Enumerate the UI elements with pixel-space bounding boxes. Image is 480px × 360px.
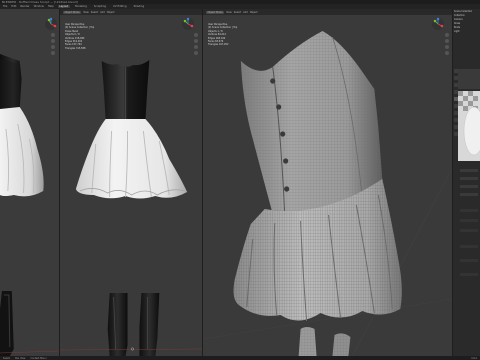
menu-view[interactable]: View [83, 11, 89, 14]
data-tab-icon[interactable] [453, 125, 458, 129]
outliner-row-label: Boots [454, 25, 461, 29]
mode-dropdown[interactable]: Object Mode [63, 10, 82, 14]
menu-object[interactable]: Object [107, 11, 115, 14]
outliner-row-label: Camera [454, 17, 463, 21]
menu-object[interactable]: Object [250, 11, 258, 14]
zoom-icon[interactable] [445, 33, 449, 37]
object-tab-icon[interactable] [453, 97, 458, 101]
scene-tab-icon[interactable] [453, 90, 458, 94]
zoom-icon[interactable] [194, 33, 198, 37]
physics-tab-icon[interactable] [453, 111, 458, 115]
viewport-left[interactable] [0, 9, 60, 356]
constraint-tab-icon[interactable] [453, 118, 458, 122]
grid-icon[interactable] [445, 51, 449, 55]
zoom-icon[interactable] [51, 33, 55, 37]
viewport-nav-tools [51, 33, 56, 55]
middle-boot-left [107, 293, 128, 356]
navigation-gizmo-icon[interactable] [44, 17, 58, 31]
tab-modeling[interactable]: Modeling [74, 5, 89, 8]
status-select: Select [3, 356, 11, 360]
tab-uv-editing[interactable]: UV Editing [112, 5, 129, 8]
viewport-header: Object Mode View Select Add Object [60, 9, 202, 15]
tab-sculpting[interactable]: Sculpting [92, 5, 107, 8]
button-2 [276, 104, 282, 110]
camera-icon[interactable] [194, 45, 198, 49]
material-tab-icon[interactable] [453, 132, 458, 136]
stat-triangles: Triangles 167,952 [208, 43, 229, 47]
status-context: Context Menu [30, 356, 47, 360]
viewport-nav-tools [445, 33, 450, 55]
properties-panel: Scene Collection Collection Camera Dress… [453, 9, 480, 356]
menu-add[interactable]: Add [100, 11, 105, 14]
menu-add[interactable]: Add [243, 11, 248, 14]
stat-triangles: Triangles 315,588 [65, 46, 86, 50]
button-1 [270, 78, 276, 84]
modifier-tab-icon[interactable] [453, 104, 458, 108]
left-scene [0, 54, 59, 356]
outliner-row[interactable]: Light [453, 29, 480, 33]
pan-hand-icon[interactable] [445, 39, 449, 43]
outliner-row-label: Dress [454, 21, 461, 25]
output-tab-icon[interactable] [453, 83, 458, 87]
status-pan: Pan View [15, 356, 26, 360]
tab-shading[interactable]: Shading [132, 5, 146, 8]
tab-layout[interactable]: Layout [57, 5, 70, 8]
right-scene [203, 31, 452, 356]
status-version: 3.6.2 [471, 356, 477, 360]
middle-scene [60, 60, 202, 356]
mode-dropdown[interactable]: Object Mode [206, 10, 225, 14]
menu-help[interactable]: Help [48, 5, 54, 8]
menu-view[interactable]: View [226, 11, 232, 14]
viewport-right[interactable]: Object Mode View Select Add Object User … [203, 9, 453, 356]
viewport-header: Object Mode View Select Add Object [203, 9, 452, 15]
menu-window[interactable]: Window [34, 5, 44, 8]
outliner-row-label: Light [454, 29, 460, 33]
outliner: Scene Collection Collection Camera Dress… [453, 9, 480, 33]
button-5 [284, 186, 290, 192]
middle-boot-right [139, 293, 160, 356]
menu-select[interactable]: Select [234, 11, 241, 14]
checker-preview [458, 91, 480, 161]
viewport-stats: User Perspective (0) Scene Collection | … [65, 23, 94, 51]
left-skirt [0, 107, 44, 197]
pan-hand-icon[interactable] [51, 39, 55, 43]
menu-file[interactable]: File [3, 5, 7, 8]
render-tab-icon[interactable] [453, 76, 458, 80]
menu-render[interactable]: Render [20, 5, 29, 8]
grid-icon[interactable] [51, 51, 55, 55]
camera-icon[interactable] [445, 45, 449, 49]
viewport-middle[interactable]: Object Mode View Select Add Object User … [60, 9, 203, 356]
button-3 [280, 131, 286, 137]
camera-icon[interactable] [51, 45, 55, 49]
outliner-row-label: Collection [454, 13, 465, 17]
left-boot [0, 291, 14, 356]
status-bar: Select Pan View Context Menu 3.6.2 [0, 356, 480, 360]
menu-edit[interactable]: Edit [11, 5, 16, 8]
navigation-gizmo-icon[interactable] [431, 17, 445, 31]
outliner-row-label: Scene Collection [454, 9, 473, 13]
material-preview [458, 69, 480, 276]
grid-icon[interactable] [194, 51, 198, 55]
button-4 [283, 158, 289, 164]
viewport-stats: User Perspective (0) Scene Collection | … [208, 23, 237, 47]
menu-select[interactable]: Select [91, 11, 98, 14]
navigation-gizmo-icon[interactable] [181, 17, 195, 31]
tool-tab-icon[interactable] [453, 69, 458, 73]
viewport-nav-tools [194, 33, 199, 55]
pan-hand-icon[interactable] [194, 39, 198, 43]
